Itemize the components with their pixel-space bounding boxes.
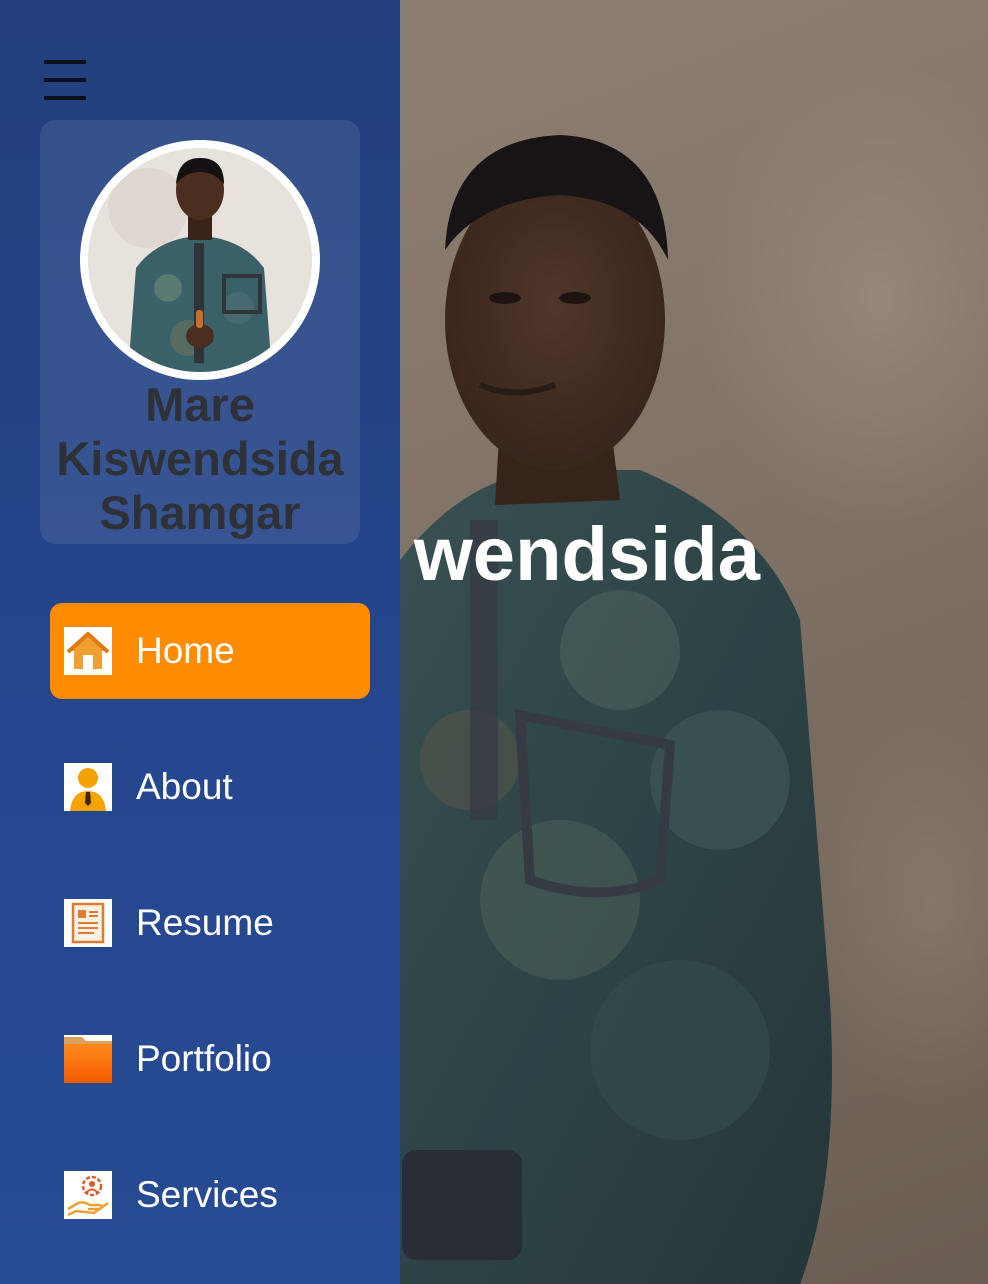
nav-item-label: Home	[136, 630, 235, 671]
profile-name-line: Shamgar	[99, 486, 301, 539]
profile-name-line: Kiswendsida	[56, 432, 344, 485]
menu-bar	[44, 78, 86, 82]
sidebar: Mare Kiswendsida Shamgar Home About Resu…	[0, 0, 400, 1284]
resume-icon	[64, 899, 112, 947]
nav-item-label: Services	[136, 1174, 278, 1215]
hamburger-menu-icon[interactable]	[44, 58, 86, 102]
nav-item-portfolio[interactable]: Portfolio	[50, 1011, 370, 1107]
nav-item-label: Resume	[136, 902, 274, 943]
nav-item-about[interactable]: About	[50, 739, 370, 835]
nav-item-home[interactable]: Home	[50, 603, 370, 699]
nav-item-label: Portfolio	[136, 1038, 272, 1079]
home-icon	[64, 627, 112, 675]
folder-icon	[64, 1035, 112, 1083]
avatar	[80, 140, 320, 380]
profile-name: Mare Kiswendsida Shamgar	[40, 378, 360, 540]
nav-item-label: About	[136, 766, 233, 807]
nav-item-services[interactable]: Services	[50, 1147, 370, 1243]
nav-item-resume[interactable]: Resume	[50, 875, 370, 971]
profile-name-line: Mare	[145, 378, 255, 431]
services-icon	[64, 1171, 112, 1219]
menu-bar	[44, 60, 86, 64]
avatar-photo	[88, 148, 312, 372]
menu-bar	[44, 96, 86, 100]
user-icon	[64, 763, 112, 811]
profile-card: Mare Kiswendsida Shamgar	[40, 120, 360, 544]
